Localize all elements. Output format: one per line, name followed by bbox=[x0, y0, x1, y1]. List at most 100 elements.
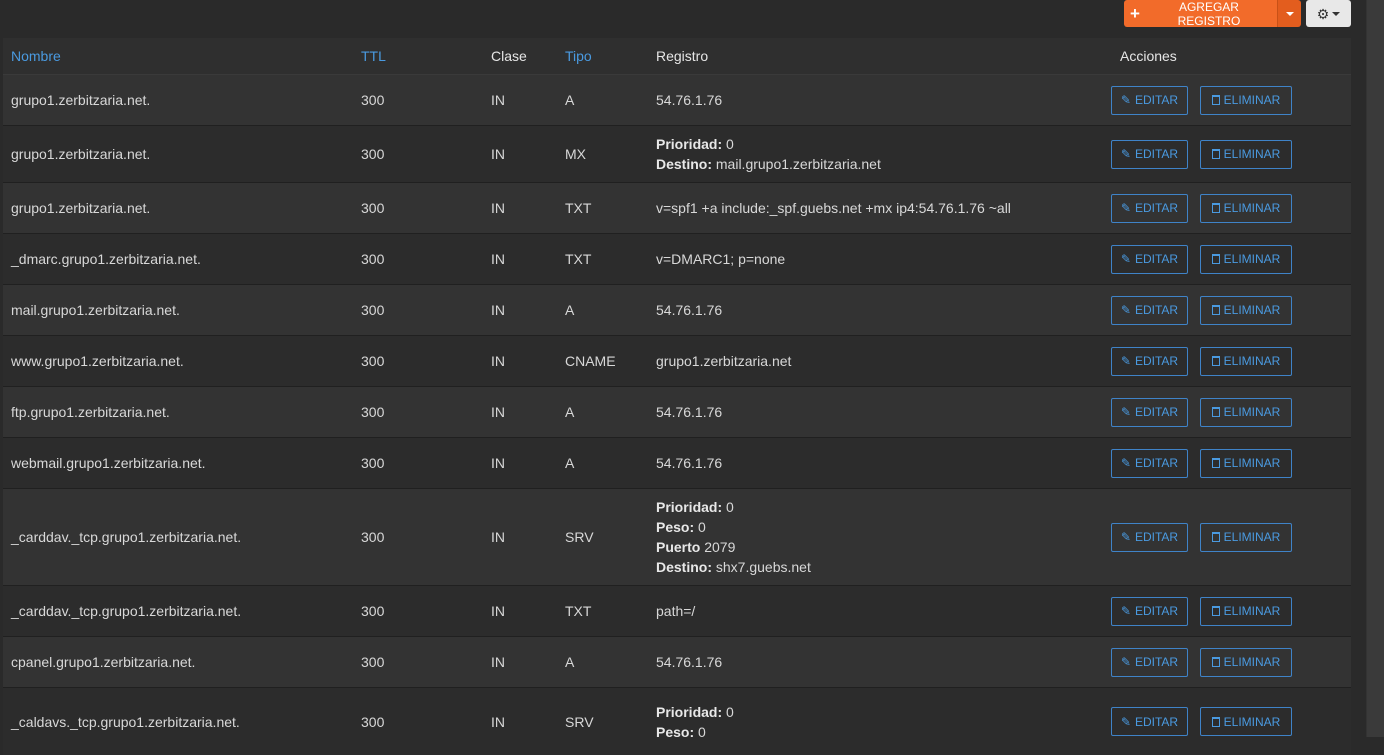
delete-button[interactable]: ELIMINAR bbox=[1200, 648, 1292, 677]
record-field-value: 0 bbox=[722, 136, 734, 152]
edit-button[interactable]: ✎EDITAR bbox=[1111, 140, 1188, 169]
trash-icon bbox=[1212, 458, 1220, 468]
record-value-line: Prioridad: 0 bbox=[656, 702, 1045, 722]
record-name-cell: grupo1.zerbitzaria.net. bbox=[3, 75, 353, 126]
record-class-cell: IN bbox=[483, 336, 557, 387]
edit-button-label: EDITAR bbox=[1135, 402, 1178, 422]
record-actions-cell: ✎EDITAR ELIMINAR bbox=[1053, 126, 1351, 183]
edit-button[interactable]: ✎EDITAR bbox=[1111, 245, 1188, 274]
column-header-type[interactable]: Tipo bbox=[557, 38, 648, 75]
delete-button-label: ELIMINAR bbox=[1224, 601, 1281, 621]
delete-button[interactable]: ELIMINAR bbox=[1200, 194, 1292, 223]
record-type-cell: SRV bbox=[557, 489, 648, 586]
record-value-line: v=DMARC1; p=none bbox=[656, 249, 1045, 269]
record-field-key: Destino: bbox=[656, 156, 712, 172]
record-class-cell: IN bbox=[483, 688, 557, 755]
record-value-cell: 54.76.1.76 bbox=[648, 285, 1053, 336]
edit-button-label: EDITAR bbox=[1135, 351, 1178, 371]
record-value-line: Destino: mail.grupo1.zerbitzaria.net bbox=[656, 154, 1045, 174]
record-name-cell: grupo1.zerbitzaria.net. bbox=[3, 183, 353, 234]
record-field-value: 54.76.1.76 bbox=[656, 302, 722, 318]
record-value-line: 54.76.1.76 bbox=[656, 300, 1045, 320]
delete-button[interactable]: ELIMINAR bbox=[1200, 707, 1292, 736]
settings-button[interactable]: ⚙ bbox=[1306, 0, 1351, 27]
delete-button[interactable]: ELIMINAR bbox=[1200, 245, 1292, 274]
record-field-value: grupo1.zerbitzaria.net bbox=[656, 353, 791, 369]
record-ttl-cell: 300 bbox=[353, 75, 483, 126]
chevron-down-icon bbox=[1332, 12, 1340, 16]
edit-button[interactable]: ✎EDITAR bbox=[1111, 296, 1188, 325]
record-field-value: 54.76.1.76 bbox=[656, 404, 722, 420]
record-field-value: v=spf1 +a include:_spf.guebs.net +mx ip4… bbox=[656, 200, 1011, 216]
trash-icon bbox=[1212, 203, 1220, 213]
edit-button[interactable]: ✎EDITAR bbox=[1111, 347, 1188, 376]
edit-button[interactable]: ✎EDITAR bbox=[1111, 86, 1188, 115]
page-scrollbar[interactable] bbox=[1366, 0, 1384, 737]
column-header-name[interactable]: Nombre bbox=[3, 38, 353, 75]
record-field-key: Puerto bbox=[656, 539, 700, 555]
pencil-icon: ✎ bbox=[1121, 90, 1131, 110]
record-value-cell: Prioridad: 0Peso: 0 bbox=[648, 688, 1053, 755]
record-actions-cell: ✎EDITAR ELIMINAR bbox=[1053, 336, 1351, 387]
add-record-dropdown-button[interactable] bbox=[1277, 0, 1301, 27]
edit-button[interactable]: ✎EDITAR bbox=[1111, 523, 1188, 552]
delete-button-label: ELIMINAR bbox=[1224, 351, 1281, 371]
record-value-cell: 54.76.1.76 bbox=[648, 387, 1053, 438]
delete-button[interactable]: ELIMINAR bbox=[1200, 347, 1292, 376]
record-value-cell: grupo1.zerbitzaria.net bbox=[648, 336, 1053, 387]
add-record-button[interactable]: + AGREGAR REGISTRO bbox=[1124, 0, 1277, 27]
delete-button[interactable]: ELIMINAR bbox=[1200, 398, 1292, 427]
record-ttl-cell: 300 bbox=[353, 637, 483, 688]
delete-button[interactable]: ELIMINAR bbox=[1200, 296, 1292, 325]
record-name-cell: cpanel.grupo1.zerbitzaria.net. bbox=[3, 637, 353, 688]
record-class-cell: IN bbox=[483, 285, 557, 336]
record-class-cell: IN bbox=[483, 586, 557, 637]
record-class-cell: IN bbox=[483, 234, 557, 285]
record-ttl-cell: 300 bbox=[353, 234, 483, 285]
delete-button[interactable]: ELIMINAR bbox=[1200, 597, 1292, 626]
trash-icon bbox=[1212, 532, 1220, 542]
delete-button[interactable]: ELIMINAR bbox=[1200, 523, 1292, 552]
record-name-cell: mail.grupo1.zerbitzaria.net. bbox=[3, 285, 353, 336]
record-type-cell: A bbox=[557, 438, 648, 489]
delete-button[interactable]: ELIMINAR bbox=[1200, 140, 1292, 169]
edit-button[interactable]: ✎EDITAR bbox=[1111, 707, 1188, 736]
record-class-cell: IN bbox=[483, 637, 557, 688]
record-type-cell: TXT bbox=[557, 586, 648, 637]
record-type-cell: A bbox=[557, 75, 648, 126]
edit-button[interactable]: ✎EDITAR bbox=[1111, 648, 1188, 677]
record-name-cell: webmail.grupo1.zerbitzaria.net. bbox=[3, 438, 353, 489]
record-value-line: grupo1.zerbitzaria.net bbox=[656, 351, 1045, 371]
trash-icon bbox=[1212, 356, 1220, 366]
record-field-value: v=DMARC1; p=none bbox=[656, 251, 785, 267]
pencil-icon: ✎ bbox=[1121, 402, 1131, 422]
record-value-cell: 54.76.1.76 bbox=[648, 75, 1053, 126]
column-header-record: Registro bbox=[648, 38, 1053, 75]
record-class-cell: IN bbox=[483, 489, 557, 586]
record-value-cell: 54.76.1.76 bbox=[648, 637, 1053, 688]
record-actions-cell: ✎EDITAR ELIMINAR bbox=[1053, 285, 1351, 336]
record-name-cell: _carddav._tcp.grupo1.zerbitzaria.net. bbox=[3, 586, 353, 637]
edit-button[interactable]: ✎EDITAR bbox=[1111, 597, 1188, 626]
column-header-ttl[interactable]: TTL bbox=[353, 38, 483, 75]
record-actions-cell: ✎EDITAR ELIMINAR bbox=[1053, 234, 1351, 285]
record-class-cell: IN bbox=[483, 387, 557, 438]
record-value-line: 54.76.1.76 bbox=[656, 90, 1045, 110]
trash-icon bbox=[1212, 305, 1220, 315]
delete-button[interactable]: ELIMINAR bbox=[1200, 449, 1292, 478]
record-name-cell: www.grupo1.zerbitzaria.net. bbox=[3, 336, 353, 387]
table-row: _caldavs._tcp.grupo1.zerbitzaria.net.300… bbox=[3, 688, 1351, 755]
record-name-cell: ftp.grupo1.zerbitzaria.net. bbox=[3, 387, 353, 438]
edit-button[interactable]: ✎EDITAR bbox=[1111, 449, 1188, 478]
delete-button[interactable]: ELIMINAR bbox=[1200, 86, 1292, 115]
record-name-cell: _dmarc.grupo1.zerbitzaria.net. bbox=[3, 234, 353, 285]
edit-button[interactable]: ✎EDITAR bbox=[1111, 194, 1188, 223]
record-actions-cell: ✎EDITAR ELIMINAR bbox=[1053, 387, 1351, 438]
delete-button-label: ELIMINAR bbox=[1224, 652, 1281, 672]
edit-button-label: EDITAR bbox=[1135, 601, 1178, 621]
edit-button[interactable]: ✎EDITAR bbox=[1111, 398, 1188, 427]
record-type-cell: A bbox=[557, 285, 648, 336]
record-field-value: 0 bbox=[722, 704, 734, 720]
table-row: _carddav._tcp.grupo1.zerbitzaria.net.300… bbox=[3, 586, 1351, 637]
record-type-cell: TXT bbox=[557, 234, 648, 285]
